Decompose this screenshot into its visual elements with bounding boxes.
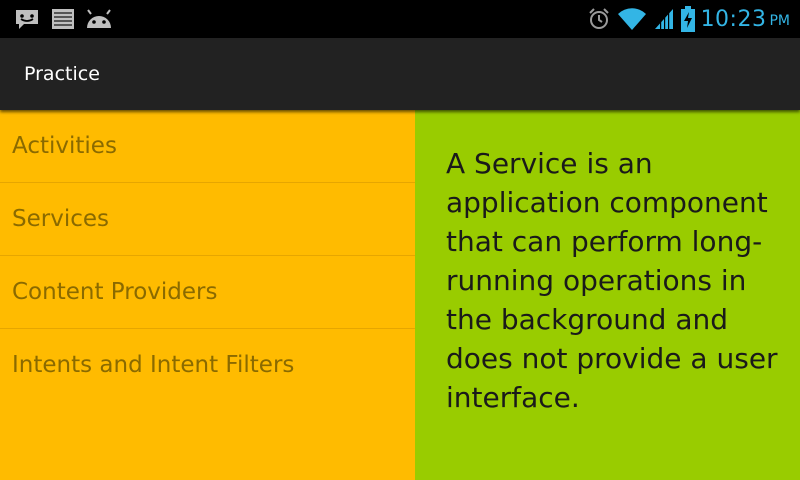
list-item-content-providers[interactable]: Content Providers xyxy=(0,256,415,329)
signal-icon xyxy=(653,7,675,31)
list-item-label: Content Providers xyxy=(12,279,218,305)
alarm-icon xyxy=(587,7,611,31)
message-icon xyxy=(14,8,40,34)
clock-time: 10:23 xyxy=(700,6,767,32)
app-title: Practice xyxy=(24,63,100,85)
android-icon xyxy=(85,8,113,34)
battery-charging-icon xyxy=(680,6,695,32)
app-screen: 10:23 PM Practice Activities Services Co… xyxy=(0,0,800,480)
action-bar: Practice xyxy=(0,38,800,110)
list-item-label: Services xyxy=(12,206,109,232)
topic-list: Activities Services Content Providers In… xyxy=(0,110,415,480)
list-item-intents[interactable]: Intents and Intent Filters xyxy=(0,329,415,401)
detail-text: A Service is an application component th… xyxy=(446,147,778,414)
clock-ampm: PM xyxy=(769,13,790,29)
list-item-services[interactable]: Services xyxy=(0,183,415,256)
list-item-label: Intents and Intent Filters xyxy=(12,352,295,378)
list-item-label: Activities xyxy=(12,133,117,159)
wifi-icon xyxy=(617,7,647,31)
detail-pane: A Service is an application component th… xyxy=(415,110,800,480)
news-icon xyxy=(51,8,75,34)
status-bar: 10:23 PM xyxy=(0,0,800,38)
list-item-activities[interactable]: Activities xyxy=(0,110,415,183)
